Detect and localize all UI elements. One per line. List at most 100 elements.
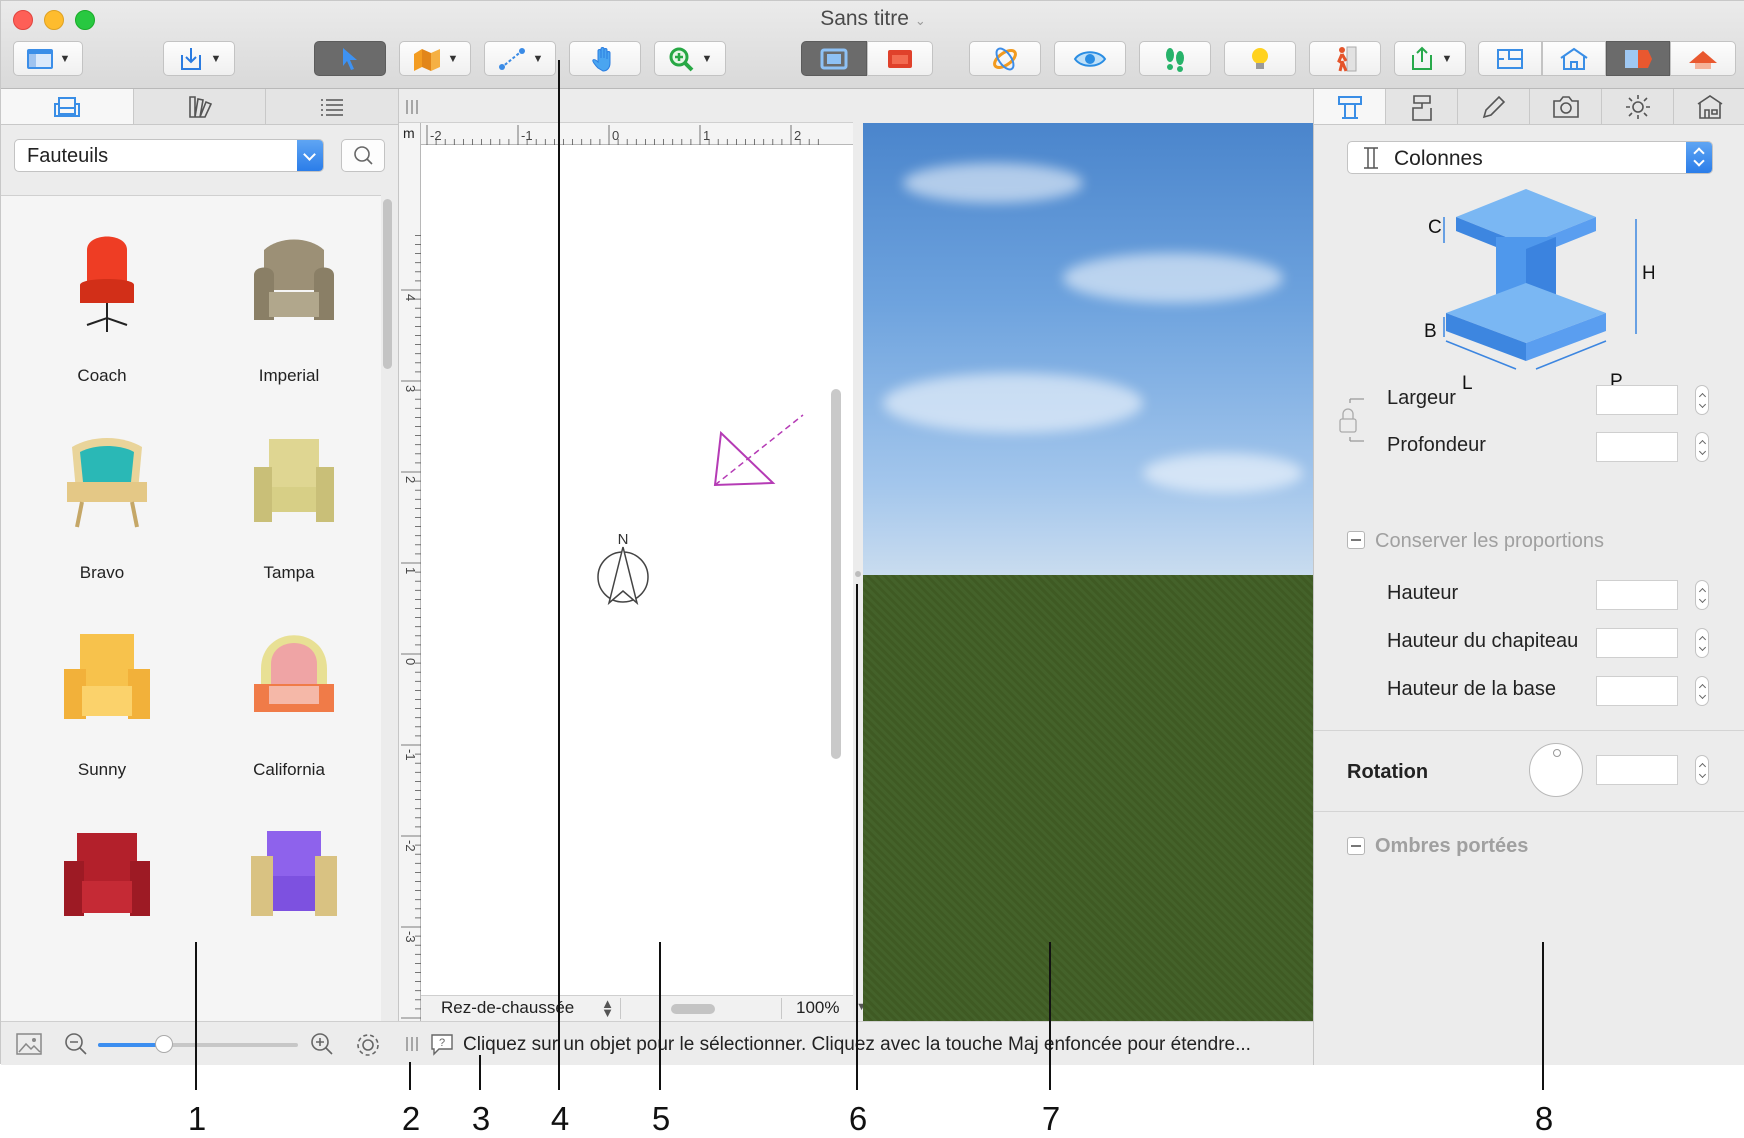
catalog-item-tampa[interactable]: Tampa <box>194 393 381 603</box>
building-icon <box>1697 94 1722 119</box>
plan-horizontal-scrollbar[interactable] <box>671 1004 715 1014</box>
chevron-down-icon: ▼ <box>447 52 459 65</box>
zoom-button[interactable]: ▼ <box>654 41 726 76</box>
select-mode-button[interactable] <box>314 41 386 76</box>
catalog-item-red-armchair[interactable] <box>7 787 197 997</box>
height-input[interactable] <box>1596 580 1678 610</box>
depth-input[interactable] <box>1596 432 1678 462</box>
eye-icon <box>1073 50 1107 67</box>
3d-view-button[interactable] <box>867 41 933 76</box>
window-title[interactable]: Sans titre ⌄ <box>1 7 1744 31</box>
tab-textures[interactable] <box>133 89 267 124</box>
split-divider-handle[interactable] <box>853 567 863 581</box>
base-height-label: Hauteur de la base <box>1387 678 1557 700</box>
properties-panel: Colonnes C H B L P Largeur Profondeur Co… <box>1313 89 1744 1065</box>
catalog-item-bravo[interactable]: Bravo <box>7 393 197 603</box>
create-dimensions-button[interactable]: ▼ <box>484 41 556 76</box>
create-walls-button[interactable]: ▼ <box>399 41 471 76</box>
visitor-button[interactable] <box>1309 41 1381 76</box>
catalog-item-sunny[interactable]: Sunny <box>7 590 197 800</box>
height-label: Hauteur <box>1387 582 1459 604</box>
column-shape <box>1446 189 1606 361</box>
depth-label: Profondeur <box>1387 434 1486 456</box>
capital-height-input[interactable] <box>1596 628 1678 658</box>
tab-furniture[interactable] <box>1 89 134 124</box>
rotation-stepper[interactable] <box>1695 755 1709 785</box>
roof-button[interactable] <box>1670 41 1736 76</box>
walk-button[interactable] <box>1139 41 1211 76</box>
gear-icon[interactable] <box>354 1031 382 1059</box>
zoom-out-icon[interactable] <box>63 1031 89 1057</box>
lightbulb-icon <box>1252 47 1268 69</box>
plan-header <box>399 89 853 123</box>
tab-list[interactable] <box>266 89 400 124</box>
thumbnail-size-slider[interactable] <box>98 1043 298 1047</box>
ruler-tick-label: 1 <box>403 567 418 574</box>
base-height-stepper[interactable] <box>1695 676 1709 706</box>
paint-roller-icon <box>1411 94 1432 121</box>
depth-stepper[interactable] <box>1695 432 1709 462</box>
catalog-scrollbar[interactable] <box>383 199 392 369</box>
light-button[interactable] <box>1224 41 1296 76</box>
width-input[interactable] <box>1596 385 1678 415</box>
catalog-item-purple-armchair[interactable] <box>194 787 381 997</box>
rotation-input[interactable] <box>1596 755 1678 785</box>
tab-building[interactable] <box>1674 89 1744 124</box>
width-stepper[interactable] <box>1695 385 1709 415</box>
zoom-in-icon[interactable] <box>309 1031 335 1057</box>
catalog-item-california[interactable]: California <box>194 590 381 800</box>
tab-camera[interactable] <box>1530 89 1602 124</box>
level-select-value: Rez-de-chaussée <box>441 998 575 1017</box>
callout-line-1 <box>195 942 197 1090</box>
plan-view-button[interactable] <box>801 41 867 76</box>
catalog-item-imperial[interactable]: Imperial <box>194 196 381 406</box>
tab-edit[interactable] <box>1458 89 1530 124</box>
catalog-item-coach[interactable]: Coach <box>7 196 197 406</box>
rotation-dial[interactable] <box>1529 743 1583 797</box>
export-button[interactable]: ▼ <box>1394 41 1466 76</box>
3d-view[interactable] <box>863 123 1313 1023</box>
tab-dimensions[interactable] <box>1314 89 1386 124</box>
drag-handle-icon[interactable] <box>405 99 419 115</box>
house-3d-button[interactable] <box>1542 41 1606 76</box>
armchair-thumbnail <box>254 239 334 320</box>
callout-number-4: 4 <box>550 1100 570 1137</box>
pan-button[interactable] <box>569 41 641 76</box>
vertical-ruler: m 43210-1-2-3-4-5 <box>399 123 421 1125</box>
stepper-icon <box>1686 142 1712 173</box>
split-view-button[interactable] <box>1606 41 1670 76</box>
ruler-tick-label: 1 <box>703 128 710 143</box>
cloud <box>903 163 1083 203</box>
shadows-checkbox[interactable] <box>1347 837 1365 855</box>
lock-icon[interactable] <box>1336 389 1372 453</box>
view-menu-button[interactable]: ▼ <box>13 41 83 76</box>
level-select[interactable]: Rez-de-chaussée ▲ ▼ <box>431 997 621 1019</box>
category-select[interactable]: Fauteuils <box>14 139 324 172</box>
search-button[interactable] <box>341 139 385 172</box>
aerial-view-button[interactable] <box>969 41 1041 76</box>
drag-handle-icon[interactable] <box>405 1036 419 1052</box>
image-icon[interactable] <box>15 1032 43 1056</box>
ruler-tick-label: 0 <box>403 658 418 665</box>
slider-knob[interactable] <box>155 1035 173 1053</box>
chevron-down-icon: ▼ <box>701 52 713 65</box>
diagram-label-l: L <box>1462 373 1473 394</box>
keep-proportions-checkbox[interactable] <box>1347 531 1365 549</box>
base-height-input[interactable] <box>1596 676 1678 706</box>
import-button[interactable]: ▼ <box>163 41 235 76</box>
plan-vertical-scrollbar[interactable] <box>831 389 841 759</box>
plan-2d-button[interactable] <box>1478 41 1542 76</box>
camera-observer-icon[interactable] <box>713 414 804 487</box>
virtual-visit-button[interactable] <box>1054 41 1126 76</box>
shadows-label: Ombres portées <box>1375 835 1529 857</box>
callout-number-1: 1 <box>187 1100 207 1137</box>
arrow-cursor-icon <box>343 47 357 70</box>
capital-height-stepper[interactable] <box>1695 628 1709 658</box>
rotation-label: Rotation <box>1347 761 1429 783</box>
shape-select[interactable]: Colonnes <box>1347 141 1713 174</box>
plan-canvas[interactable]: N <box>421 145 825 995</box>
zoom-select[interactable]: 100% ▼ <box>781 998 873 1019</box>
height-stepper[interactable] <box>1695 580 1709 610</box>
tab-light[interactable] <box>1602 89 1674 124</box>
tab-material[interactable] <box>1386 89 1458 124</box>
